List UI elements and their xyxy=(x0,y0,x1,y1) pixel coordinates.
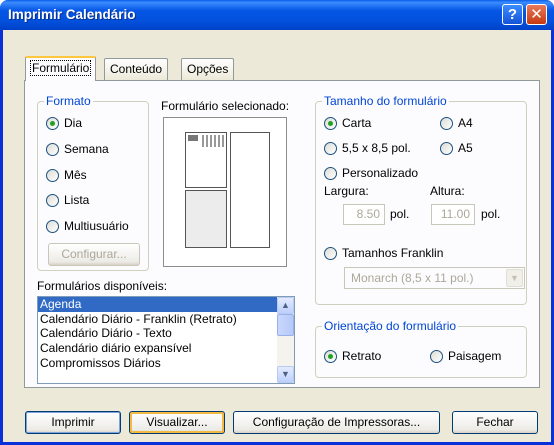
tab-formulario[interactable]: Formulário xyxy=(25,56,97,81)
radio-semana-label: Semana xyxy=(64,142,109,156)
scroll-up-icon[interactable]: ▲ xyxy=(277,297,294,314)
formato-legend: Formato xyxy=(44,94,93,108)
radio-dot-selected xyxy=(324,117,337,130)
radio-paisagem[interactable]: Paisagem xyxy=(430,348,501,364)
selected-form-label: Formulário selecionado: xyxy=(161,99,290,113)
list-item[interactable]: Calendário Diário - Texto xyxy=(38,326,294,341)
radio-personalizado-label: Personalizado xyxy=(342,166,419,180)
chevron-down-icon: ▼ xyxy=(506,269,523,287)
radio-dot xyxy=(46,143,59,156)
radio-a4-label: A4 xyxy=(458,116,473,130)
print-button[interactable]: Imprimir xyxy=(25,411,121,434)
orientation-legend: Orientação do formulário xyxy=(322,319,459,333)
radio-retrato[interactable]: Retrato xyxy=(324,348,381,364)
printer-setup-button[interactable]: Configuração de Impressoras... xyxy=(233,411,440,434)
radio-dot xyxy=(46,220,59,233)
scroll-down-icon[interactable]: ▼ xyxy=(277,366,294,383)
width-field[interactable]: 8.50 xyxy=(343,204,385,225)
tab-panel-formulario: Formato Dia Semana Mês Lista Multiusuári… xyxy=(24,80,540,388)
list-scrollbar[interactable]: ▲ ▼ xyxy=(277,297,294,383)
radio-lista-label: Lista xyxy=(64,193,90,207)
scroll-thumb[interactable] xyxy=(277,314,294,336)
radio-multiusuario-label: Multiusuário xyxy=(64,219,129,233)
width-label: Largura: xyxy=(324,184,369,198)
orientation-group: Orientação do formulário Retrato Paisage… xyxy=(315,319,527,378)
radio-half-letter-label: 5,5 x 8,5 pol. xyxy=(342,141,411,155)
tab-conteudo-label: Conteúdo xyxy=(110,62,163,76)
radio-dot xyxy=(46,194,59,207)
list-item[interactable]: Agenda xyxy=(38,297,294,312)
available-forms-label: Formulários disponíveis: xyxy=(37,279,168,293)
formato-group: Formato Dia Semana Mês Lista Multiusuári… xyxy=(37,94,149,271)
radio-carta-label: Carta xyxy=(342,116,372,130)
radio-lista[interactable]: Lista xyxy=(46,192,89,208)
radio-franklin[interactable]: Tamanhos Franklin xyxy=(324,245,443,261)
preview-tasks-box xyxy=(185,190,227,248)
available-forms-list[interactable]: Agenda Calendário Diário - Franklin (Ret… xyxy=(37,296,295,384)
radio-dot xyxy=(324,247,337,260)
tab-conteudo[interactable]: Conteúdo xyxy=(104,58,169,80)
help-icon: ? xyxy=(507,6,518,23)
radio-dia[interactable]: Dia xyxy=(46,115,82,131)
close-icon: ✕ xyxy=(530,6,543,23)
tab-opcoes-label: Opções xyxy=(187,62,229,76)
radio-paisagem-label: Paisagem xyxy=(448,349,502,363)
franklin-size-select[interactable]: Monarch (8,5 x 11 pol.) ▼ xyxy=(344,267,525,289)
radio-carta[interactable]: Carta xyxy=(324,115,371,131)
radio-dot-selected xyxy=(46,117,59,130)
radio-dot xyxy=(324,167,337,180)
franklin-size-value: Monarch (8,5 x 11 pol.) xyxy=(351,271,474,285)
height-field[interactable]: 11.00 xyxy=(431,204,475,225)
radio-dot-selected xyxy=(324,350,337,363)
title-bar[interactable]: Imprimir Calendário ? ✕ xyxy=(0,0,554,30)
radio-dot xyxy=(440,117,453,130)
radio-franklin-label: Tamanhos Franklin xyxy=(342,246,444,260)
window-title: Imprimir Calendário xyxy=(8,7,136,22)
radio-mes[interactable]: Mês xyxy=(46,167,87,183)
radio-semana[interactable]: Semana xyxy=(46,141,109,157)
preview-schedule-box xyxy=(230,132,270,248)
height-label: Altura: xyxy=(430,184,465,198)
list-item[interactable]: Calendário diário expansível xyxy=(38,341,294,356)
list-item[interactable]: Calendário Diário - Franklin (Retrato) xyxy=(38,312,294,327)
preview-calendar-box xyxy=(185,132,227,188)
radio-dot xyxy=(46,169,59,182)
close-button[interactable]: Fechar xyxy=(452,411,538,434)
width-unit: pol. xyxy=(390,207,410,221)
radio-mes-label: Mês xyxy=(64,168,87,182)
radio-personalizado[interactable]: Personalizado xyxy=(324,165,418,181)
height-unit: pol. xyxy=(481,207,501,221)
tab-formulario-label: Formulário xyxy=(29,60,92,76)
tab-opcoes[interactable]: Opções xyxy=(181,58,235,80)
radio-dot xyxy=(430,350,443,363)
radio-a5-label: A5 xyxy=(458,141,473,155)
preview-button[interactable]: Visualizar... xyxy=(129,411,225,434)
size-group: Tamanho do formulário Carta A4 5,5 x 8,5… xyxy=(315,94,527,305)
radio-a4[interactable]: A4 xyxy=(440,115,473,131)
radio-retrato-label: Retrato xyxy=(342,349,382,363)
radio-dia-label: Dia xyxy=(64,116,83,130)
size-legend: Tamanho do formulário xyxy=(322,94,449,108)
list-item[interactable]: Compromissos Diários xyxy=(38,356,294,371)
radio-a5[interactable]: A5 xyxy=(440,140,473,156)
help-button[interactable]: ? xyxy=(502,4,523,25)
radio-multiusuario[interactable]: Multiusuário xyxy=(46,218,129,234)
radio-dot xyxy=(324,142,337,155)
radio-half-letter[interactable]: 5,5 x 8,5 pol. xyxy=(324,140,411,156)
radio-dot xyxy=(440,142,453,155)
close-window-button[interactable]: ✕ xyxy=(526,4,547,25)
form-preview xyxy=(163,117,287,267)
configure-button[interactable]: Configurar... xyxy=(48,243,140,266)
